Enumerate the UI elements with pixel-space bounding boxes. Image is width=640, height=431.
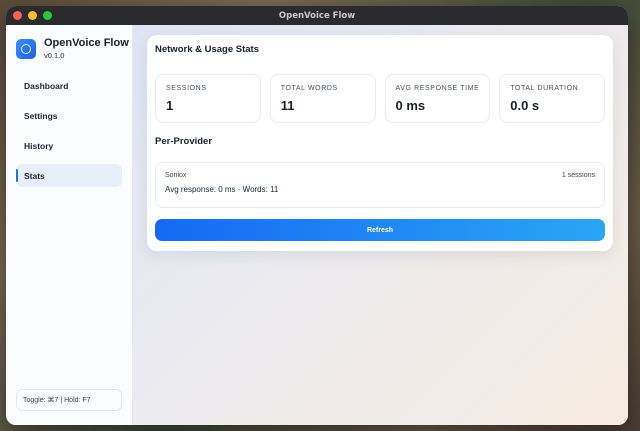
stats-summary: SESSIONS 1 TOTAL WORDS 11 AVG RESPONSE T… [155,74,605,123]
stat-value: 1 [166,98,174,113]
stat-label: AVG RESPONSE TIME [395,85,480,92]
minimize-window-button[interactable] [28,11,37,20]
stat-total-duration: TOTAL DURATION 0.0 s [499,74,605,123]
close-window-button[interactable] [13,11,22,20]
window-title: OpenVoice Flow [278,10,356,21]
shortcut-hint: Toggle: ⌘7 | Hold: F7 [16,389,122,411]
refresh-button[interactable]: Refresh [155,219,605,241]
stat-label: TOTAL WORDS [280,85,338,92]
provider-name: Soniox [165,172,187,179]
sidebar-item-dashboard[interactable]: Dashboard [16,74,122,97]
page-title: Network & Usage Stats [155,44,260,55]
app-name: OpenVoice Flow [44,37,129,49]
window-controls [13,11,52,20]
sidebar-item-history[interactable]: History [16,134,122,157]
provider-row: Soniox 1 sessions Avg response: 0 ms · W… [155,162,605,208]
stat-sessions: SESSIONS 1 [155,74,261,123]
stats-card: Network & Usage Stats SESSIONS 1 TOTAL W… [147,35,613,251]
title-bar: OpenVoice Flow [6,6,628,25]
sidebar-item-stats[interactable]: Stats [16,164,122,187]
provider-sessions: 1 sessions [561,172,595,179]
stat-value: 11 [280,98,295,113]
stat-value: 0 ms [395,98,426,113]
zoom-window-button[interactable] [43,11,52,20]
stat-label: SESSIONS [166,85,207,92]
sidebar-item-settings[interactable]: Settings [16,104,122,127]
stat-label: TOTAL DURATION [510,85,579,92]
app-version: v0.1.0 [44,51,65,60]
per-provider-title: Per-Provider [155,136,213,147]
brand: OpenVoice Flow v0.1.0 [6,25,132,60]
app-window: OpenVoice Flow OpenVoice Flow v0.1.0 Das… [6,6,628,425]
app-logo-icon [16,38,36,59]
sidebar-nav: Dashboard Settings History Stats [6,74,132,187]
sidebar: OpenVoice Flow v0.1.0 Dashboard Settings… [6,25,133,425]
stat-avg-response-time: AVG RESPONSE TIME 0 ms [384,74,491,123]
stat-total-words: TOTAL WORDS 11 [269,74,376,123]
stat-value: 0.0 s [510,98,540,113]
provider-summary: Avg response: 0 ms · Words: 11 [165,185,279,194]
main-area: Network & Usage Stats SESSIONS 1 TOTAL W… [133,25,628,425]
